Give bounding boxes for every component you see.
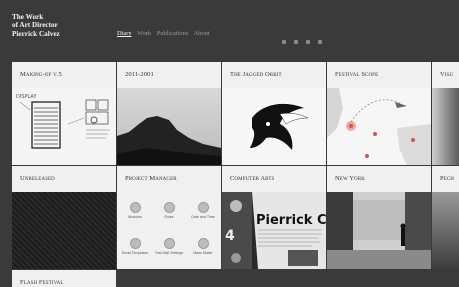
link-icon[interactable]: [306, 40, 310, 44]
tile-jagged-orbit[interactable]: The Jagged Orbit: [222, 62, 326, 165]
test-mail-icon: [163, 238, 175, 249]
tile-pech[interactable]: Pech: [432, 166, 459, 269]
tile-title: Computer Arts: [230, 175, 275, 182]
tile-title: Flash Festival: [20, 279, 64, 286]
twitter-icon[interactable]: [282, 40, 286, 44]
clock-icon: [197, 202, 209, 213]
tile-making-of[interactable]: Making-of v.5 DISPLAY: [12, 62, 116, 165]
pech-photo: [432, 192, 459, 269]
tile-new-york[interactable]: New York: [327, 166, 431, 269]
magazine-heading: Pierrick Cal: [256, 213, 326, 228]
rss-icon[interactable]: [318, 40, 322, 44]
site-title-line-3: Pierrick Calvez: [12, 29, 60, 38]
social-links: [282, 31, 326, 49]
site-header: The Work of Art Director Pierrick Calvez…: [0, 0, 459, 62]
roles-icon: [163, 202, 175, 213]
modules-icon: [129, 202, 141, 213]
tile-flash-festival[interactable]: Flash Festival: [12, 270, 116, 287]
email-icon[interactable]: [294, 40, 298, 44]
magazine-photo: 4 Pierrick Cal: [222, 192, 326, 269]
nav-work[interactable]: Work: [137, 30, 151, 37]
nav-publications[interactable]: Publications: [157, 30, 189, 37]
email-template-icon: [129, 238, 141, 249]
magazine-number: 4: [225, 228, 235, 244]
map-image: [327, 88, 431, 165]
tile-title: The Jagged Orbit: [230, 71, 282, 78]
bird-illustration: [222, 88, 326, 165]
tile-title: Project Manager: [125, 175, 177, 182]
tile-title: 2011-2001: [125, 71, 154, 78]
tile-title: Festival Scope: [335, 71, 379, 78]
nav-diary[interactable]: Diary: [117, 30, 132, 37]
rock-photo: [117, 88, 221, 165]
pm-item-modules: Modules: [119, 202, 151, 219]
visu-photo: [432, 88, 459, 165]
site-title-line-2: of Art Director: [12, 21, 58, 30]
dark-texture: [12, 192, 116, 269]
mass-mailer-icon: [197, 238, 209, 249]
pm-item-date-time: Date and Time: [187, 202, 219, 219]
main-nav: Diary Work Publications About: [117, 30, 214, 37]
tile-project-manager[interactable]: Project Manager Modules Roles Date and T…: [117, 166, 221, 269]
tile-title: Visu: [440, 71, 454, 78]
tile-unreleased[interactable]: Unreleased: [12, 166, 116, 269]
tile-title: Pech: [440, 175, 455, 182]
tile-2011-2001[interactable]: 2011-2001: [117, 62, 221, 165]
site-title[interactable]: The Work of Art Director Pierrick Calvez: [12, 13, 60, 38]
tile-title: Unreleased: [20, 175, 55, 182]
sketch-label: DISPLAY: [16, 94, 37, 100]
nav-about[interactable]: About: [194, 30, 210, 37]
street-photo: [327, 192, 431, 269]
site-title-line-1: The Work: [12, 13, 44, 21]
tile-title: New York: [335, 175, 365, 182]
pm-item-test-mail: Test Mail Settings: [153, 238, 185, 255]
tile-computer-arts[interactable]: Computer Arts 4 Pierrick Cal: [222, 166, 326, 269]
pm-item-roles: Roles: [153, 202, 185, 219]
tile-title: Making-of v.5: [20, 71, 62, 78]
pm-item-email-templates: Email Templates: [119, 238, 151, 255]
tile-festival-scope[interactable]: Festival Scope: [327, 62, 431, 165]
sketch-image: DISPLAY: [12, 88, 116, 165]
pm-item-mass-mailer: Mass Mailer: [187, 238, 219, 255]
project-manager-screenshot: Modules Roles Date and Time Email Templa…: [117, 192, 221, 266]
tile-visu[interactable]: Visu: [432, 62, 459, 165]
